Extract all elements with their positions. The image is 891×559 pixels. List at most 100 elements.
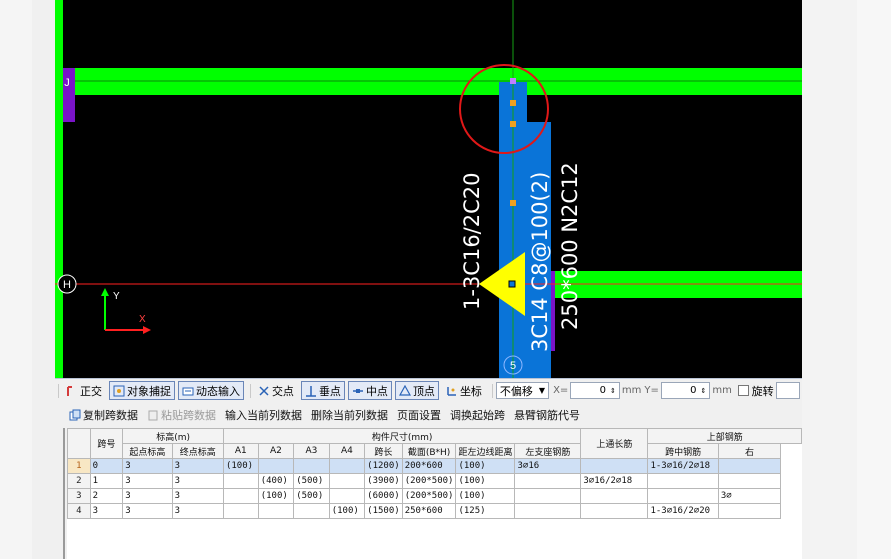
cell-a3[interactable]: (500) bbox=[293, 473, 330, 489]
intersection-button[interactable]: 交点 bbox=[254, 381, 298, 400]
col-dist-left[interactable]: 距左边线距离 bbox=[455, 443, 516, 459]
cell-left[interactable] bbox=[580, 488, 649, 504]
cell-a4[interactable]: (100) bbox=[328, 503, 366, 519]
cell-a1[interactable] bbox=[222, 473, 259, 489]
cell-a3[interactable] bbox=[293, 458, 330, 474]
cell-end[interactable]: 3 bbox=[171, 503, 224, 519]
input-current-col-button[interactable]: 输入当前列数据 bbox=[225, 407, 302, 423]
cantilever-code-button[interactable]: 悬臂钢筋代号 bbox=[514, 407, 580, 423]
row-number[interactable]: 2 bbox=[67, 473, 91, 489]
copy-span-button[interactable]: 复制跨数据 bbox=[69, 407, 138, 423]
cell-dist[interactable]: (100) bbox=[455, 488, 516, 504]
table-row[interactable]: 4 3 3 3 (100) (1500) 250*600 (125) 1-3⌀16/2⌀20 bbox=[67, 503, 802, 519]
cell-len[interactable]: (6000) bbox=[364, 488, 403, 504]
cell-start[interactable]: 3 bbox=[122, 473, 173, 489]
cell-start[interactable]: 3 bbox=[122, 458, 173, 474]
cell-a2[interactable]: (100) bbox=[257, 488, 295, 504]
cell-left[interactable] bbox=[580, 458, 649, 474]
cell-a4[interactable] bbox=[328, 488, 366, 504]
col-section[interactable]: 截面(B*H) bbox=[401, 443, 457, 459]
cell-a3[interactable]: (500) bbox=[293, 488, 330, 504]
cell-right[interactable] bbox=[717, 473, 782, 489]
cell-dist[interactable]: (100) bbox=[455, 473, 516, 489]
cell-mid[interactable] bbox=[647, 488, 719, 504]
cell-start[interactable]: 3 bbox=[122, 488, 173, 504]
cell-through[interactable] bbox=[514, 473, 582, 489]
cell-a3[interactable] bbox=[293, 503, 330, 519]
object-snap-button[interactable]: 对象捕捉 bbox=[108, 381, 175, 400]
table-row[interactable]: 2 1 3 3 (400) (500) (3900) (200*500) (100) 3⌀16/2… bbox=[67, 473, 802, 489]
row-number[interactable]: 1 bbox=[67, 458, 91, 474]
cell-through[interactable] bbox=[514, 503, 582, 519]
ortho-button[interactable]: 正交 bbox=[62, 381, 106, 400]
cell-end[interactable]: 3 bbox=[171, 458, 224, 474]
rotate-checkbox[interactable] bbox=[737, 385, 749, 396]
col-start-elev[interactable]: 起点标高 bbox=[122, 443, 173, 459]
cell-len[interactable]: (3900) bbox=[364, 473, 403, 489]
cell-dist[interactable]: (100) bbox=[455, 458, 516, 474]
cell-sec[interactable]: 250*600 bbox=[401, 503, 457, 519]
col-a3[interactable]: A3 bbox=[293, 443, 330, 459]
col-a2[interactable]: A2 bbox=[257, 443, 295, 459]
cell-a1[interactable]: (100) bbox=[222, 458, 259, 474]
cell-a2[interactable]: (400) bbox=[257, 473, 295, 489]
cell-right[interactable] bbox=[717, 503, 782, 519]
table-row[interactable]: 1 0 3 3 (100) (1200) 200*600 (100) 3⌀16 1-3⌀16/2⌀… bbox=[67, 458, 802, 474]
cell-a4[interactable] bbox=[328, 458, 366, 474]
adjust-start-span-button[interactable]: 调换起始跨 bbox=[450, 407, 505, 423]
coordinate-button[interactable]: 坐标 bbox=[442, 381, 486, 400]
row-number[interactable]: 4 bbox=[67, 503, 91, 519]
cell-a2[interactable] bbox=[257, 458, 295, 474]
col-a1[interactable]: A1 bbox=[222, 443, 259, 459]
table-row[interactable]: 3 2 3 3 (100) (500) (6000) (200*500) (100) 3⌀ bbox=[67, 488, 802, 504]
dynamic-input-button[interactable]: 动态输入 bbox=[177, 381, 244, 400]
cell-a1[interactable] bbox=[222, 488, 259, 504]
offset-mode-select[interactable]: 不偏移 ▼ bbox=[495, 382, 550, 399]
paste-span-button[interactable]: 粘贴跨数据 bbox=[147, 407, 216, 423]
cell-sec[interactable]: (200*500) bbox=[401, 473, 457, 489]
cell-through[interactable]: 3⌀16 bbox=[514, 458, 582, 474]
x-input[interactable]: 0 ⇕ bbox=[570, 382, 620, 399]
col-end-elev[interactable]: 终点标高 bbox=[171, 443, 224, 459]
col-top-through[interactable]: 上通长筋 bbox=[580, 428, 649, 459]
cell-span[interactable]: 2 bbox=[89, 488, 124, 504]
cell-span[interactable]: 0 bbox=[89, 458, 124, 474]
col-a4[interactable]: A4 bbox=[328, 443, 366, 459]
cell-start[interactable]: 3 bbox=[122, 503, 173, 519]
cell-span[interactable]: 1 bbox=[89, 473, 124, 489]
midpoint-button[interactable]: 中点 bbox=[347, 381, 392, 400]
perpendicular-button[interactable]: 垂点 bbox=[300, 381, 345, 400]
col-mid-span[interactable]: 跨中钢筋 bbox=[647, 443, 719, 459]
cell-a4[interactable] bbox=[328, 473, 366, 489]
vertex-button[interactable]: 顶点 bbox=[394, 381, 439, 400]
cell-a1[interactable] bbox=[222, 503, 259, 519]
cell-dist[interactable]: (125) bbox=[455, 503, 516, 519]
page-setup-button[interactable]: 页面设置 bbox=[397, 407, 441, 423]
delete-current-col-button[interactable]: 删除当前列数据 bbox=[311, 407, 388, 423]
col-right-support[interactable]: 右 bbox=[717, 443, 782, 459]
cell-end[interactable]: 3 bbox=[171, 488, 224, 504]
cell-span[interactable]: 3 bbox=[89, 503, 124, 519]
cell-mid[interactable]: 1-3⌀16/2⌀20 bbox=[647, 503, 719, 519]
cell-right[interactable] bbox=[717, 458, 782, 474]
cell-sec[interactable]: (200*500) bbox=[401, 488, 457, 504]
col-span-no[interactable]: 跨号 bbox=[89, 428, 124, 459]
cell-a2[interactable] bbox=[257, 503, 295, 519]
drawing-canvas[interactable]: H J 5 Y X 1-3C16/2C20 3C14 C8@100(2) 250… bbox=[55, 0, 802, 378]
col-span-len[interactable]: 跨长 bbox=[364, 443, 403, 459]
cell-len[interactable]: (1500) bbox=[364, 503, 403, 519]
cell-mid[interactable] bbox=[647, 473, 719, 489]
span-data-grid[interactable]: 跨号 标高(m) 构件尺寸(mm) 上通长筋 上部钢筋 起点标高 终点标高 A1… bbox=[67, 428, 802, 559]
cell-left[interactable]: 3⌀16/2⌀18 bbox=[580, 473, 649, 489]
col-left-support[interactable]: 左支座钢筋 bbox=[514, 443, 582, 459]
cell-through[interactable] bbox=[514, 488, 582, 504]
cell-end[interactable]: 3 bbox=[171, 473, 224, 489]
rotate-input[interactable] bbox=[775, 382, 800, 399]
cell-sec[interactable]: 200*600 bbox=[401, 458, 457, 474]
cell-left[interactable] bbox=[580, 503, 649, 519]
cell-mid[interactable]: 1-3⌀16/2⌀18 bbox=[647, 458, 719, 474]
cell-right[interactable]: 3⌀ bbox=[717, 488, 782, 504]
cell-len[interactable]: (1200) bbox=[364, 458, 403, 474]
row-number[interactable]: 3 bbox=[67, 488, 91, 504]
y-input[interactable]: 0 ⇕ bbox=[660, 382, 711, 399]
